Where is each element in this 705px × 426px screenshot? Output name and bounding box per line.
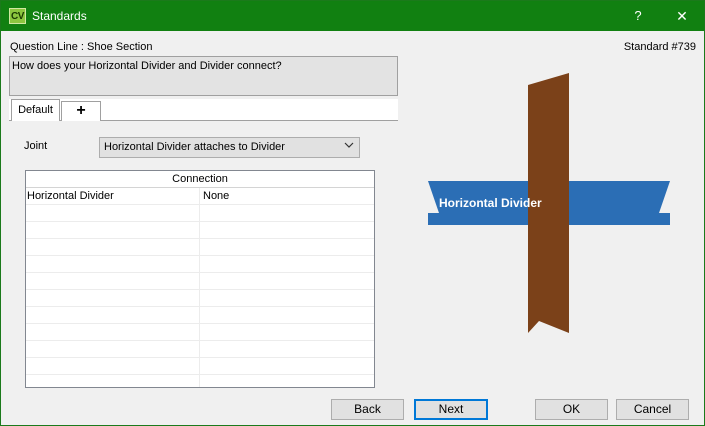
table-row	[26, 290, 374, 307]
joint-select-value: Horizontal Divider attaches to Divider	[104, 141, 285, 153]
help-button[interactable]: ?	[627, 5, 649, 27]
table-row	[26, 256, 374, 273]
back-button[interactable]: Back	[331, 399, 404, 420]
chevron-down-icon	[344, 140, 354, 153]
question-text-box: How does your Horizontal Divider and Div…	[9, 56, 398, 96]
tab-strip: Default +	[9, 99, 398, 121]
table-row	[26, 341, 374, 358]
table-row	[26, 358, 374, 375]
table-row	[26, 222, 374, 239]
table-row	[26, 239, 374, 256]
table-row	[26, 324, 374, 341]
title-bar[interactable]: CV Standards ? ✕	[1, 1, 704, 31]
standard-number: Standard #739	[623, 41, 696, 53]
question-line-label: Question Line : Shoe Section	[10, 41, 153, 53]
table-row[interactable]: Horizontal Divider None	[26, 188, 374, 205]
app-logo-icon: CV	[9, 8, 26, 24]
table-row	[26, 375, 374, 387]
next-button[interactable]: Next	[414, 399, 488, 420]
tab-default[interactable]: Default	[11, 99, 60, 121]
grid-header-connection: Connection	[26, 171, 374, 188]
standards-dialog: CV Standards ? ✕ Question Line : Shoe Se…	[0, 0, 705, 426]
table-row	[26, 307, 374, 324]
joint-select[interactable]: Horizontal Divider attaches to Divider	[99, 137, 360, 158]
table-row	[26, 205, 374, 222]
ok-button[interactable]: OK	[535, 399, 608, 420]
connection-grid[interactable]: Connection Horizontal Divider None	[25, 170, 375, 388]
grid-cell-part: Horizontal Divider	[26, 188, 200, 205]
horizontal-divider-label: Horizontal Divider	[439, 196, 542, 210]
joint-label: Joint	[24, 140, 48, 152]
window-title: Standards	[32, 9, 87, 23]
table-row	[26, 273, 374, 290]
close-button[interactable]: ✕	[671, 5, 693, 27]
grid-cell-value[interactable]: None	[201, 188, 374, 205]
cancel-button[interactable]: Cancel	[616, 399, 689, 420]
add-tab-button[interactable]: +	[61, 101, 101, 121]
joint-diagram: Horizontal Divider	[428, 73, 670, 333]
